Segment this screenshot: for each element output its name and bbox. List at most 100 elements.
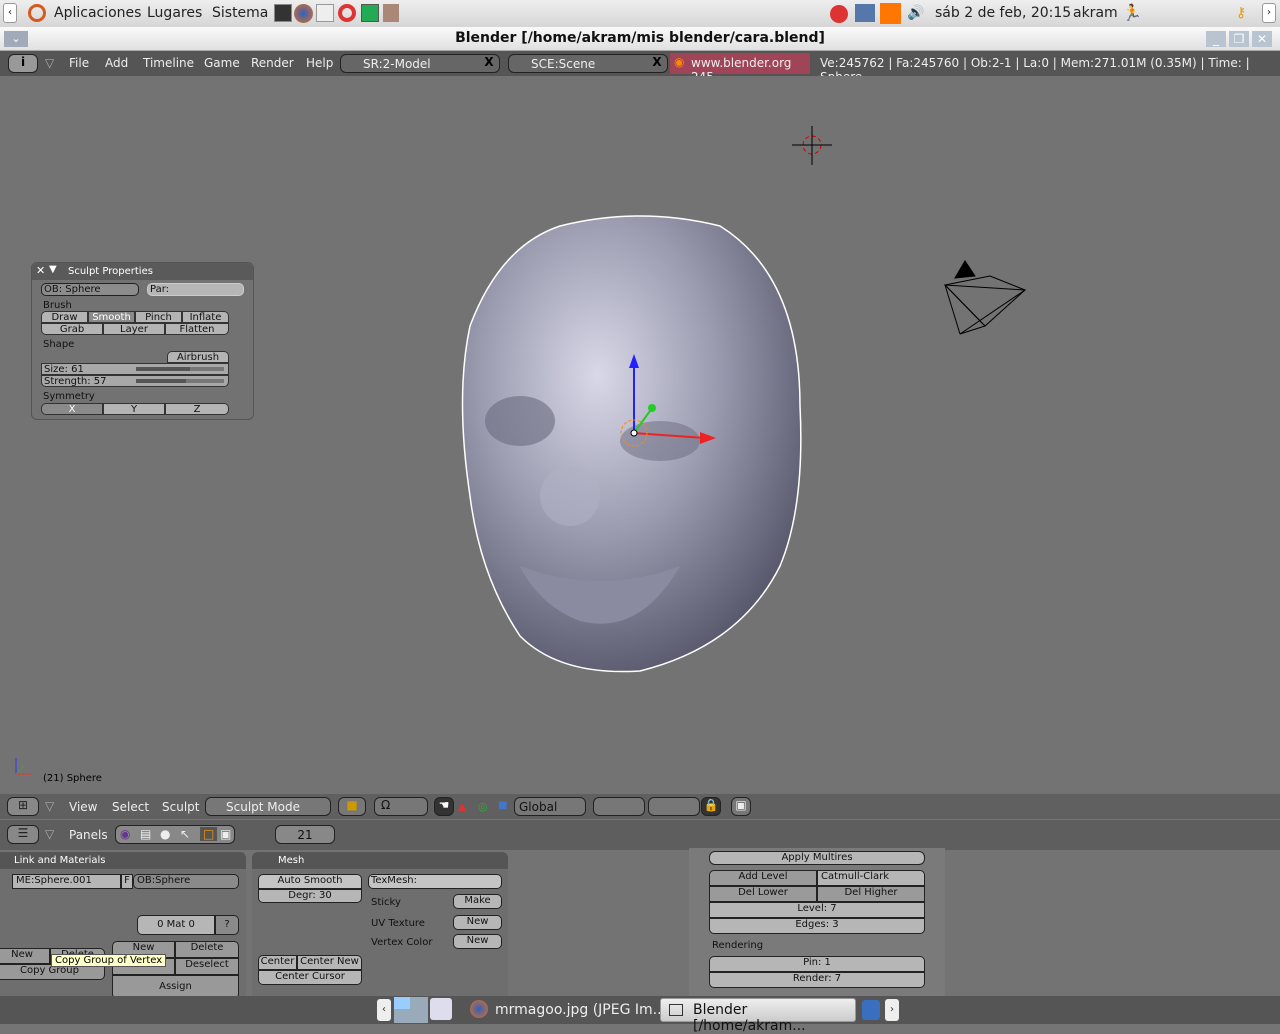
scale-icon[interactable]: ■ [498, 800, 507, 811]
strength-slider[interactable]: Strength: 57 [41, 375, 229, 387]
apply-multires-button[interactable]: Apply Multires [709, 851, 925, 865]
uv-texture-new-button[interactable]: New [453, 915, 502, 930]
trash-icon[interactable] [862, 1000, 880, 1020]
pin-field[interactable]: Pin: 1 [709, 956, 925, 972]
menu-help[interactable]: Help [306, 56, 333, 70]
logic-icon[interactable]: ◉ [120, 827, 130, 841]
network-icon[interactable] [855, 4, 875, 22]
material-delete-button[interactable]: Delete [175, 941, 239, 958]
buttons-editor-icon[interactable]: ☰ [7, 825, 39, 844]
workspace-switcher[interactable] [394, 997, 428, 1023]
material-index[interactable]: 0 Mat 0 [137, 915, 215, 935]
info-icon[interactable]: i [8, 54, 38, 73]
volume-icon[interactable]: 🔊 [907, 5, 927, 22]
material-deselect-button[interactable]: Deselect [175, 958, 239, 975]
taskbar-item-mrmagoo[interactable]: mrmagoo.jpg (JPEG Im... [495, 1002, 666, 1018]
script-icon[interactable]: ▤ [140, 827, 151, 841]
render-level-field[interactable]: Render: 7 [709, 972, 925, 988]
rotate-icon[interactable]: ◎ [478, 800, 488, 813]
scroll-right-button[interactable]: › [1262, 3, 1276, 23]
menu-game[interactable]: Game [204, 56, 240, 70]
menu-sistema[interactable]: Sistema [212, 5, 268, 21]
clock[interactable]: sáb 2 de feb, 20:15 [935, 5, 1071, 21]
center-button[interactable]: Center [258, 955, 297, 970]
brush-pinch[interactable]: Pinch [135, 311, 182, 323]
menu-render[interactable]: Render [251, 56, 294, 70]
object-field[interactable]: OB: Sphere [41, 283, 139, 296]
taskbar-scroll-right[interactable]: › [885, 999, 899, 1021]
draw-type-icon[interactable]: ■ [338, 797, 366, 816]
symmetry-z[interactable]: Z [165, 403, 229, 415]
collapse-panel-icon[interactable]: ▼ [49, 264, 57, 275]
auto-smooth-toggle[interactable]: Auto Smooth [258, 874, 362, 889]
material-help-button[interactable]: ? [215, 915, 239, 935]
shading-icon[interactable]: ● [160, 827, 170, 841]
brush-layer[interactable]: Layer [103, 323, 165, 335]
brush-inflate[interactable]: Inflate [182, 311, 229, 323]
frame-field[interactable]: 21 [275, 825, 335, 844]
show-desktop-icon[interactable] [430, 998, 452, 1020]
parent-field[interactable]: Par: [147, 283, 244, 296]
collapse-triangle-icon[interactable]: ▽ [45, 799, 54, 813]
delete-scene-button[interactable]: X [648, 55, 666, 72]
size-slider[interactable]: Size: 61 [41, 363, 229, 375]
mesh-datablock-field[interactable]: ME:Sphere.001 [12, 874, 121, 889]
scene-icon[interactable]: ▣ [220, 827, 231, 841]
center-cursor-button[interactable]: Center Cursor [258, 970, 362, 985]
symmetry-x[interactable]: X [41, 403, 103, 415]
brush-grab[interactable]: Grab [41, 323, 103, 335]
editor-type-icon[interactable]: ⊞ [7, 797, 39, 816]
keyring-icon[interactable]: ⚷ [1236, 5, 1258, 21]
fake-user-button[interactable]: F [121, 874, 133, 889]
panel-context-tabs[interactable]: ◉ ▤ ● ↖ □ ▣ [115, 825, 235, 844]
brush-flatten[interactable]: Flatten [165, 323, 229, 335]
orientation-selector[interactable]: Global [514, 797, 586, 816]
brush-smooth[interactable]: Smooth [88, 311, 135, 323]
network-disconnected-icon[interactable] [830, 5, 848, 23]
vertex-color-new-button[interactable]: New [453, 934, 502, 949]
scene-selector[interactable]: SCE:Scene [508, 54, 668, 73]
center-new-button[interactable]: Center New [297, 955, 362, 970]
update-notifier-icon[interactable] [880, 3, 901, 24]
del-higher-button[interactable]: Del Higher [817, 886, 925, 902]
rabbit-icon[interactable] [383, 4, 399, 22]
mail-icon[interactable] [316, 4, 334, 22]
airbrush-toggle[interactable]: Airbrush [167, 351, 229, 363]
sticky-make-button[interactable]: Make [453, 894, 502, 909]
screen-selector[interactable]: SR:2-Model [340, 54, 500, 73]
scroll-left-button[interactable]: ‹ [3, 3, 17, 23]
help-icon[interactable] [338, 4, 356, 22]
subdivision-type-select[interactable]: Catmull-Clark [817, 870, 925, 886]
edges-field[interactable]: Edges: 3 [709, 918, 925, 934]
vgroup-new-button[interactable]: New [0, 948, 50, 964]
collapse-triangle-icon[interactable]: ▽ [45, 56, 54, 70]
lock-icon[interactable]: 🔒 [701, 797, 721, 816]
user-name[interactable]: akram [1073, 5, 1118, 21]
taskbar-item-blender[interactable]: Blender [/home/akram... [660, 998, 856, 1034]
menu-add[interactable]: Add [105, 56, 128, 70]
add-level-button[interactable]: Add Level [709, 870, 817, 886]
menu-file[interactable]: File [69, 56, 89, 70]
brush-draw[interactable]: Draw [41, 311, 88, 323]
symmetry-y[interactable]: Y [103, 403, 165, 415]
pivot-selector[interactable]: Ω [374, 797, 428, 816]
taskbar-scroll-left[interactable]: ‹ [377, 999, 391, 1021]
3d-viewport[interactable]: (21) Sphere Sculpt Properties ✕ ▼ OB: Sp… [0, 76, 1280, 794]
degree-field[interactable]: Degr: 30 [258, 889, 362, 903]
close-button[interactable]: ✕ [1252, 31, 1272, 47]
minimize-button[interactable]: _ [1206, 31, 1226, 47]
menu-sculpt[interactable]: Sculpt [162, 800, 199, 814]
editing-icon[interactable]: □ [200, 827, 218, 841]
layers-group-1[interactable] [593, 797, 645, 816]
menu-select[interactable]: Select [112, 800, 149, 814]
manipulator-toggle-icon[interactable]: ☚ [434, 797, 454, 816]
collapse-triangle-icon[interactable]: ▽ [45, 827, 54, 841]
menu-lugares[interactable]: Lugares [147, 5, 202, 21]
translate-icon[interactable]: ▲ [458, 800, 466, 813]
terminal-icon[interactable] [274, 4, 292, 22]
system-monitor-icon[interactable] [361, 4, 379, 22]
texmesh-field[interactable]: TexMesh: [368, 874, 502, 889]
mode-selector[interactable]: Sculpt Mode [205, 797, 331, 816]
logout-icon[interactable]: 🏃 [1122, 3, 1142, 23]
menu-view[interactable]: View [69, 800, 97, 814]
